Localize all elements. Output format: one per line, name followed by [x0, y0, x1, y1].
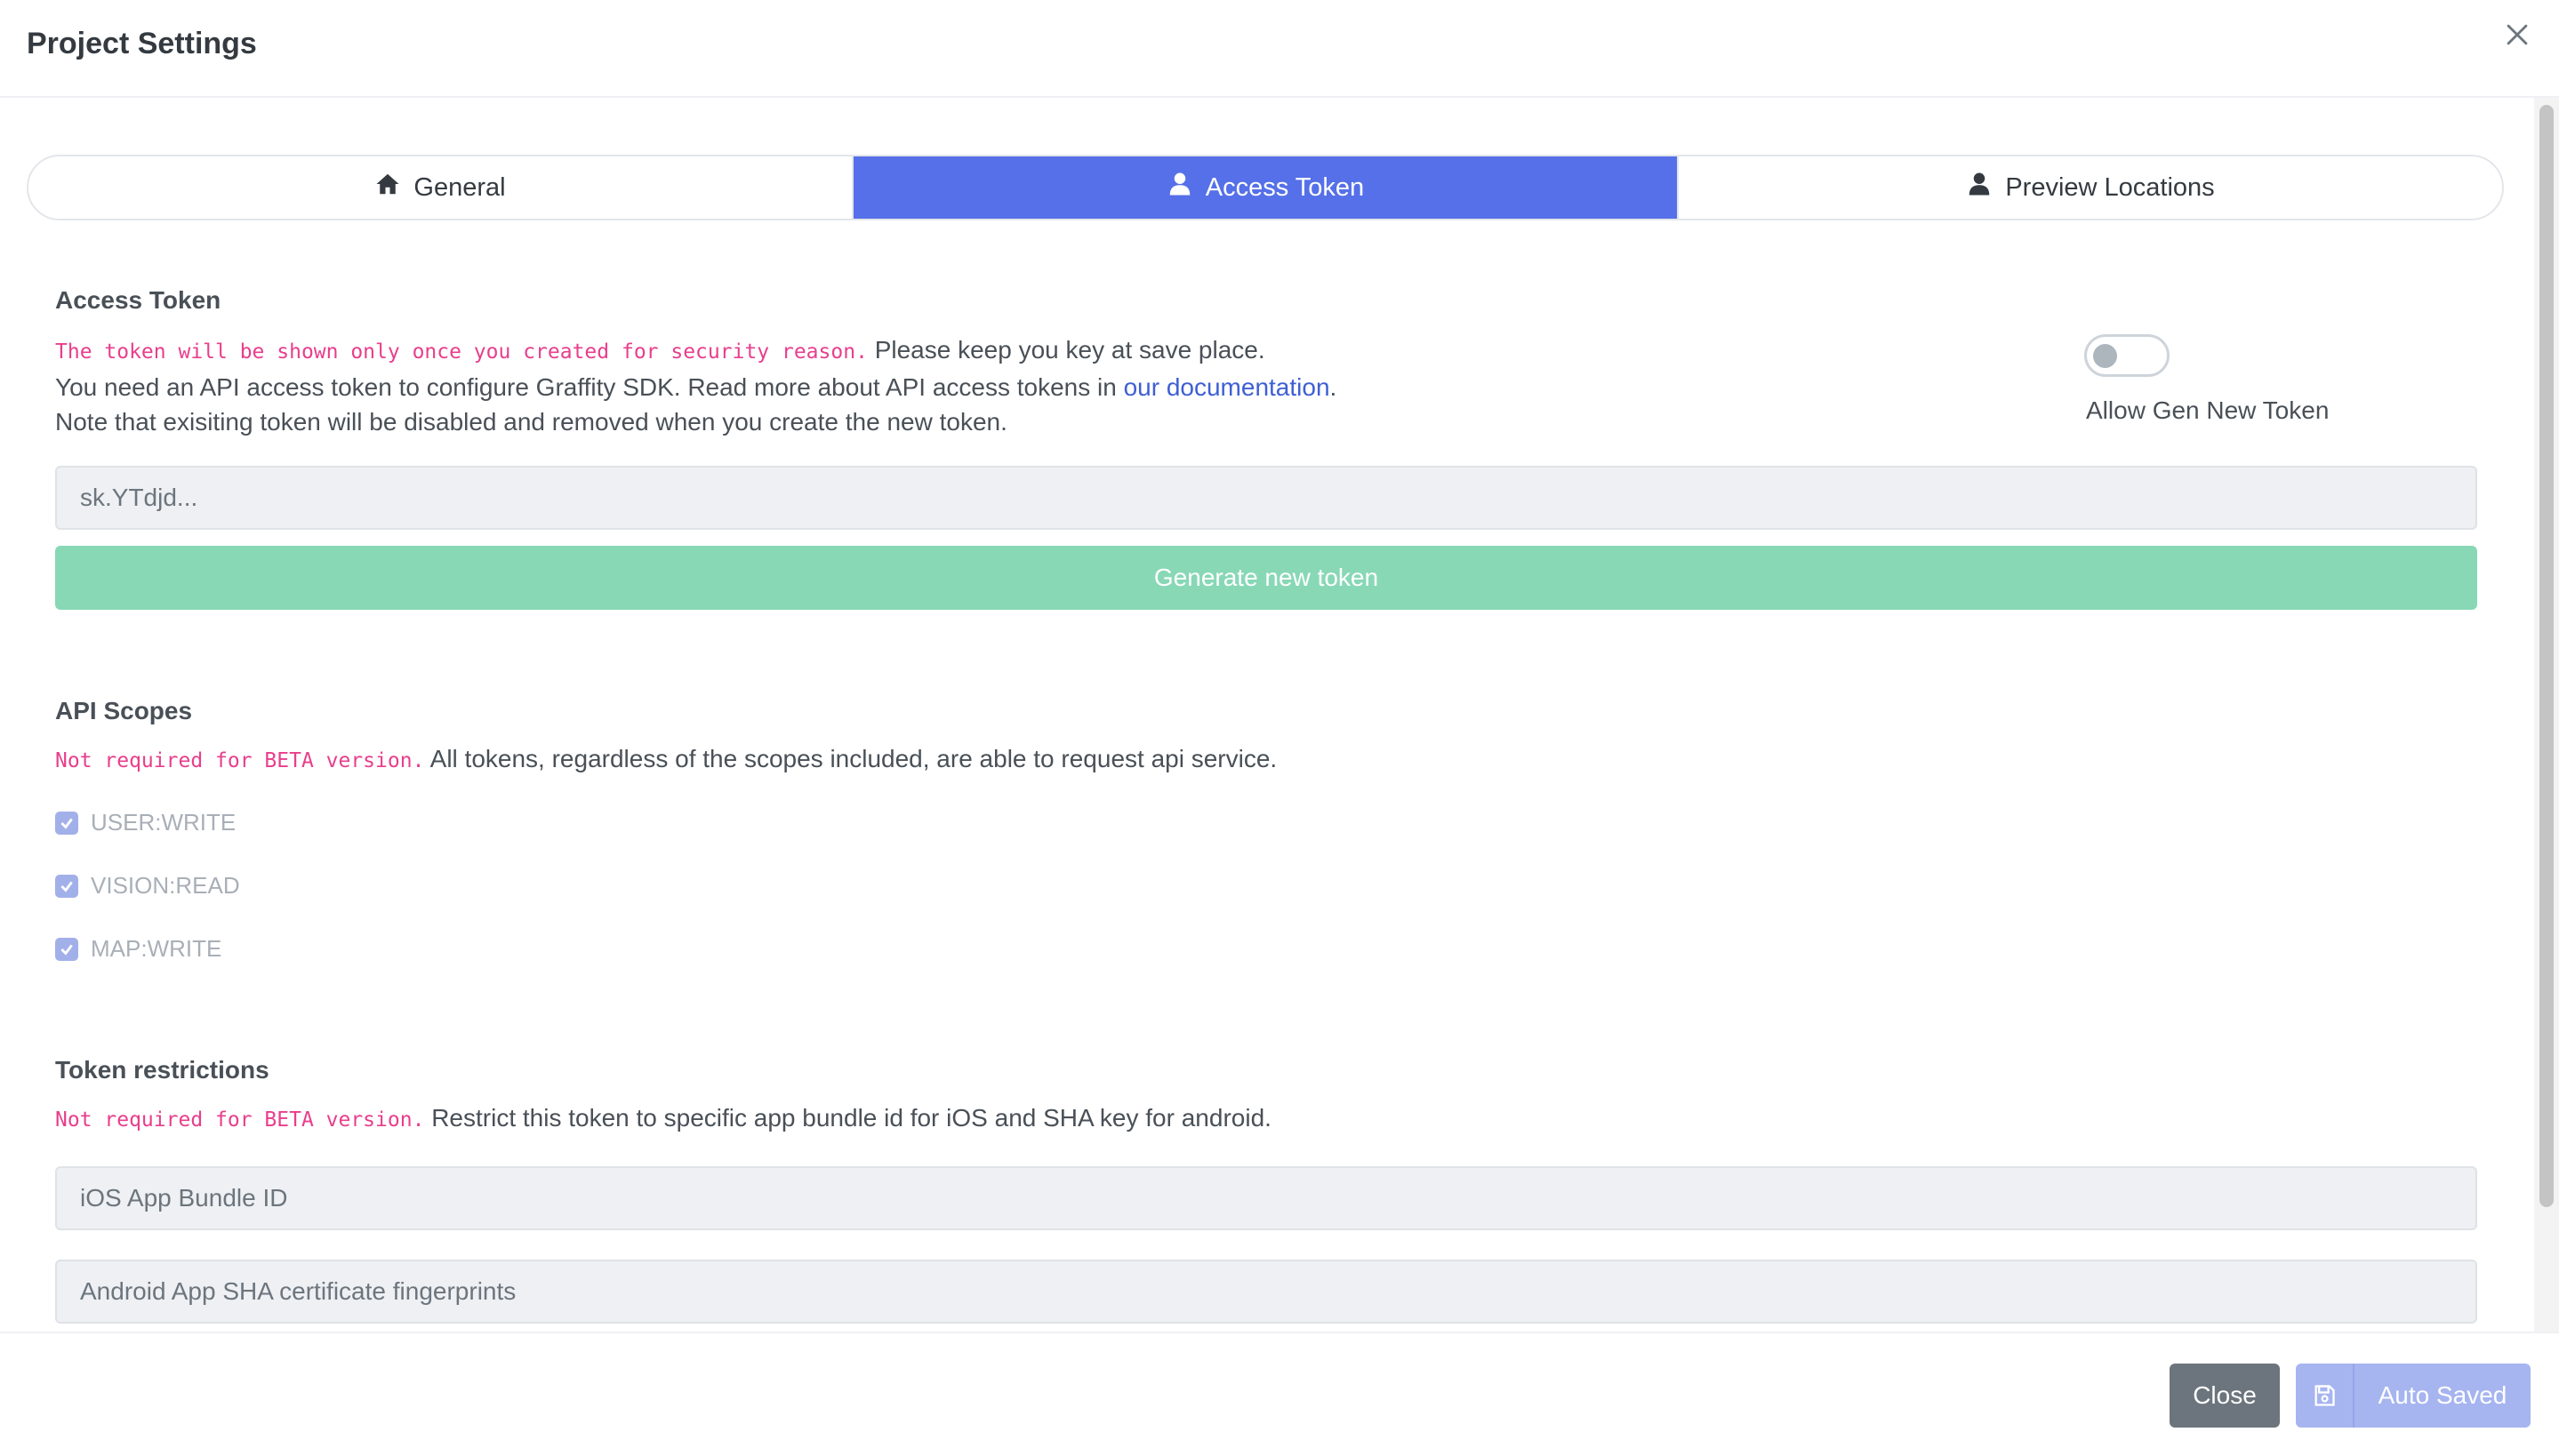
scope-label: USER:WRITE — [91, 809, 237, 836]
scope-vision-read[interactable]: VISION:READ — [55, 872, 240, 900]
access-token-title: Access Token — [55, 286, 221, 314]
close-button[interactable]: Close — [2170, 1364, 2280, 1428]
beta-note: Not required for BETA version. — [55, 749, 425, 772]
token-restrictions-note-rest: Restrict this token to specific app bund… — [424, 1104, 1271, 1132]
save-icon — [2296, 1364, 2354, 1428]
modal-footer: Close Auto Saved — [0, 1332, 2559, 1456]
settings-tabs: General Access Token Preview Locations — [27, 155, 2504, 220]
modal-body: General Access Token Preview Locations A… — [0, 98, 2534, 1332]
tab-preview-locations[interactable]: Preview Locations — [1677, 156, 2502, 219]
tab-general[interactable]: General — [28, 156, 852, 219]
scrollbar[interactable] — [2534, 98, 2559, 1332]
check-icon — [60, 881, 73, 892]
docs-line: You need an API access token to configur… — [55, 370, 1336, 404]
generate-token-button[interactable]: Generate new token — [55, 546, 2477, 610]
check-icon — [60, 944, 73, 956]
tab-preview-locations-label: Preview Locations — [2005, 172, 2215, 202]
allow-gen-token-label: Allow Gen New Token — [2086, 396, 2330, 424]
auto-saved-button[interactable]: Auto Saved — [2296, 1364, 2531, 1428]
checkbox[interactable] — [55, 937, 78, 961]
home-icon — [374, 171, 401, 204]
token-restrictions-title: Token restrictions — [55, 1056, 269, 1084]
token-field[interactable]: sk.YTdjd... — [55, 466, 2477, 530]
api-scopes-note: Not required for BETA version. All token… — [55, 741, 1277, 779]
close-icon[interactable] — [2502, 20, 2532, 50]
api-scopes-note-rest: All tokens, regardless of the scopes inc… — [424, 745, 1278, 772]
tab-general-label: General — [413, 172, 506, 202]
ios-bundle-id-input[interactable]: iOS App Bundle ID — [55, 1166, 2477, 1230]
check-icon — [60, 818, 73, 829]
modal-title: Project Settings — [27, 27, 257, 60]
scope-map-write[interactable]: MAP:WRITE — [55, 935, 221, 963]
docs-line-prefix: You need an API access token to configur… — [55, 373, 1124, 401]
documentation-link[interactable]: our documentation — [1124, 373, 1330, 401]
token-restrictions-note: Not required for BETA version. Restrict … — [55, 1100, 1271, 1138]
android-sha-input[interactable]: Android App SHA certificate fingerprints — [55, 1260, 2477, 1324]
tab-access-token-label: Access Token — [1205, 172, 1365, 202]
access-token-description: The token will be shown only once you cr… — [55, 332, 1336, 439]
beta-note: Not required for BETA version. — [55, 1108, 425, 1132]
allow-gen-token-toggle[interactable] — [2084, 334, 2170, 377]
docs-line-suffix: . — [1329, 373, 1337, 401]
user-icon — [1966, 171, 1993, 204]
scope-label: MAP:WRITE — [91, 935, 222, 962]
tab-access-token[interactable]: Access Token — [852, 156, 1677, 219]
checkbox[interactable] — [55, 874, 78, 898]
warning-rest: Please keep you key at save place. — [867, 336, 1265, 364]
modal-header: Project Settings — [0, 0, 2559, 98]
scope-user-write[interactable]: USER:WRITE — [55, 809, 236, 836]
toggle-knob — [2093, 344, 2117, 368]
scope-label: VISION:READ — [91, 872, 240, 899]
scrollbar-thumb[interactable] — [2539, 105, 2554, 1207]
existing-token-note: Note that exisiting token will be disabl… — [55, 408, 1007, 436]
security-warning: The token will be shown only once you cr… — [55, 340, 868, 364]
api-scopes-title: API Scopes — [55, 697, 193, 724]
access-token-warning-line: The token will be shown only once you cr… — [55, 332, 1336, 370]
user-icon — [1167, 171, 1193, 204]
auto-saved-label: Auto Saved — [2378, 1381, 2507, 1409]
checkbox[interactable] — [55, 811, 78, 835]
